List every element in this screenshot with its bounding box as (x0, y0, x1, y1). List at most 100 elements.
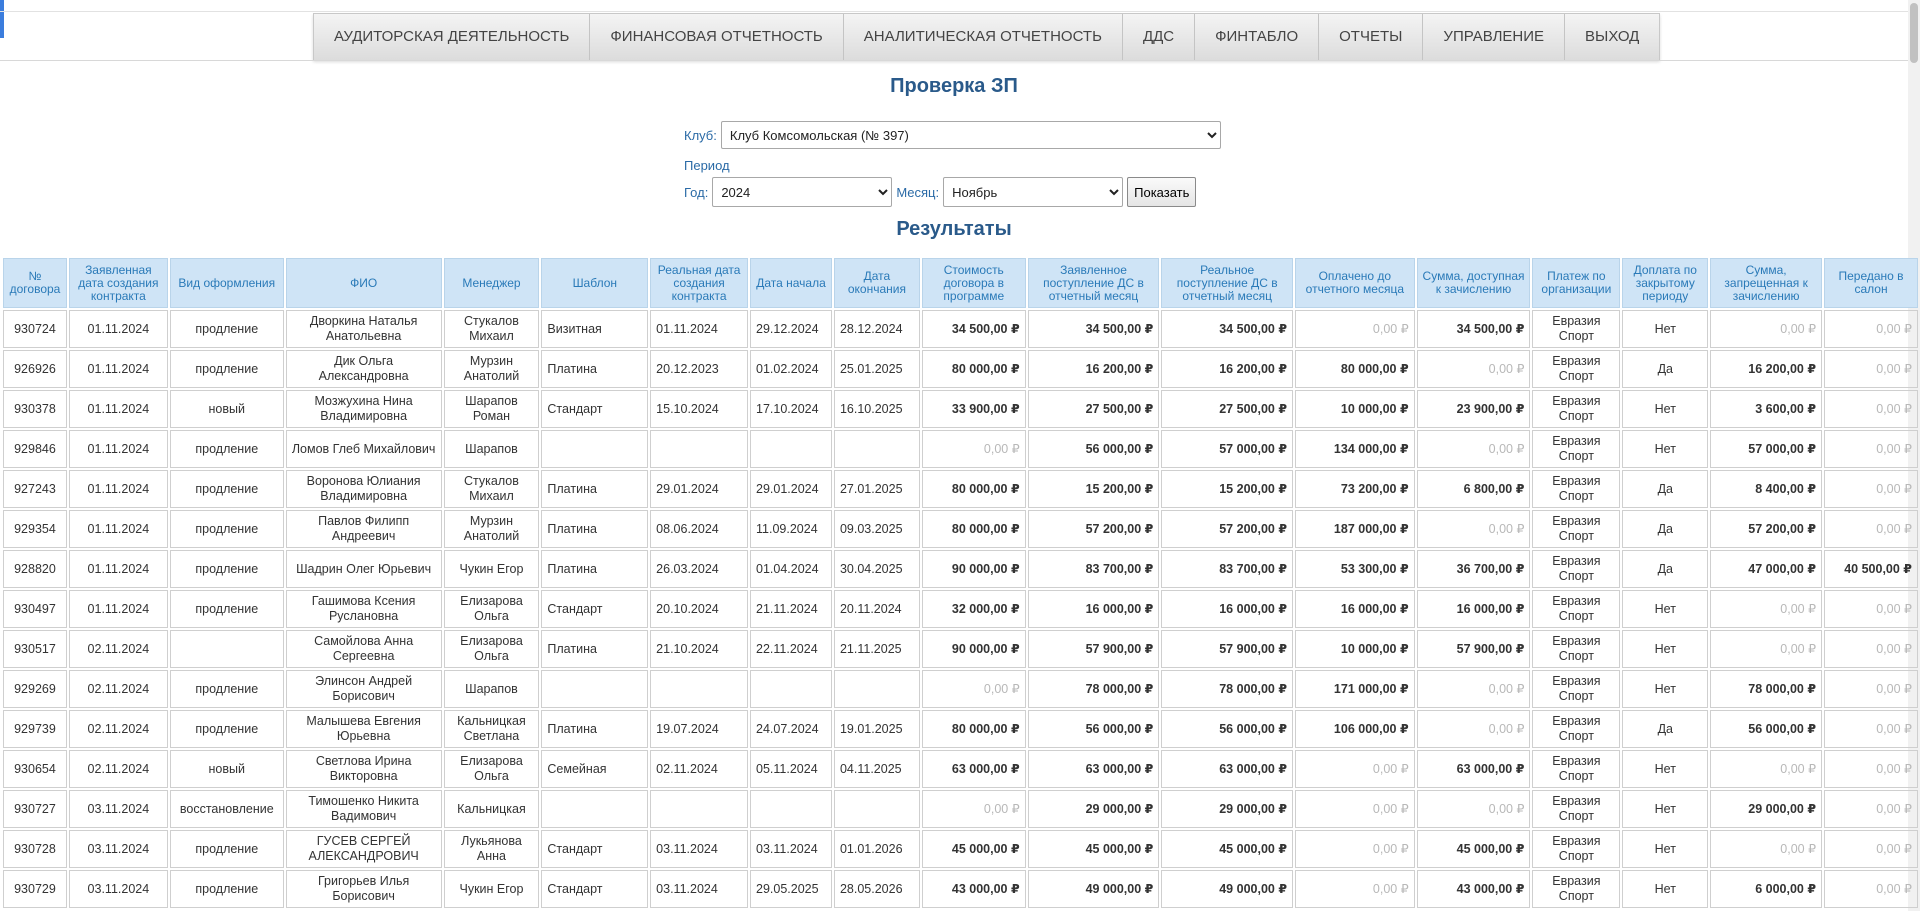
cell-declared-income: 56 000,00 ₽ (1027, 430, 1160, 468)
cell-transferred: 0,00 ₽ (1824, 710, 1918, 748)
month-select[interactable]: Ноябрь (943, 177, 1124, 207)
cell-manager: Шарапов (443, 670, 540, 708)
nav-item-logout[interactable]: ВЫХОД (1565, 14, 1660, 60)
col-header-contract-cost: Стоимость договора в программе (921, 258, 1026, 308)
cell-declared-date: 03.11.2024 (68, 870, 168, 908)
cell-transferred: 0,00 ₽ (1824, 870, 1918, 908)
cell-full-name: Павлов Филипп Андреевич (285, 510, 442, 548)
club-select[interactable]: Клуб Комсомольская (№ 397) (720, 121, 1221, 149)
table-row: 929269 02.11.2024 продление Элинсон Андрей … (3, 670, 1918, 708)
results-table-wrap: № договора Заявленная дата создания конт… (1, 256, 1920, 910)
cell-forbidden-sum: 8 400,00 ₽ (1710, 470, 1823, 508)
table-row: 929846 01.11.2024 продление Ломов Глеб Миха… (3, 430, 1918, 468)
cell-available-sum: 16 000,00 ₽ (1416, 590, 1531, 628)
cell-real-income: 78 000,00 ₽ (1161, 670, 1294, 708)
cell-contract-no: 929269 (3, 670, 67, 708)
cell-full-name: Светлова Ирина Викторовна (285, 750, 442, 788)
cell-declared-date: 01.11.2024 (68, 590, 168, 628)
cell-contract-cost: 45 000,00 ₽ (921, 830, 1026, 868)
cell-declared-date: 01.11.2024 (68, 310, 168, 348)
cell-manager: Стукалов Михаил (443, 310, 540, 348)
cell-closed-period: Да (1622, 470, 1709, 508)
scrollbar-thumb[interactable] (1910, 3, 1918, 63)
cell-forbidden-sum: 57 000,00 ₽ (1710, 430, 1823, 468)
cell-manager: Елизарова Ольга (443, 750, 540, 788)
table-row: 930654 02.11.2024 новый Светлова Ирина Викт… (3, 750, 1918, 788)
cell-paid-before: 0,00 ₽ (1295, 750, 1415, 788)
cell-registration-type: продление (169, 670, 284, 708)
cell-forbidden-sum: 56 000,00 ₽ (1710, 710, 1823, 748)
nav-item-dds[interactable]: ДДС (1122, 14, 1196, 60)
cell-forbidden-sum: 6 000,00 ₽ (1710, 870, 1823, 908)
cell-contract-no: 929739 (3, 710, 67, 748)
cell-template: Платина (541, 350, 649, 388)
table-row: 930729 03.11.2024 продление Григорьев Илья … (3, 870, 1918, 908)
cell-transferred: 0,00 ₽ (1824, 510, 1918, 548)
cell-end-date: 04.11.2025 (833, 750, 920, 788)
cell-real-date: 20.10.2024 (650, 590, 749, 628)
cell-available-sum: 6 800,00 ₽ (1416, 470, 1531, 508)
cell-manager: Кальницкая (443, 790, 540, 828)
cell-full-name: Дворкина Наталья Анатольевна (285, 310, 442, 348)
cell-manager: Мурзин Анатолий (443, 350, 540, 388)
cell-manager: Стукалов Михаил (443, 470, 540, 508)
col-header-end-date: Дата окончания (833, 258, 920, 308)
col-header-contract-no: № договора (3, 258, 67, 308)
nav-item-audit[interactable]: АУДИТОРСКАЯ ДЕЯТЕЛЬНОСТЬ (314, 14, 591, 60)
cell-full-name: Григорьев Илья Борисович (285, 870, 442, 908)
cell-manager: Мурзин Анатолий (443, 510, 540, 548)
cell-start-date (750, 430, 832, 468)
cell-real-date: 02.11.2024 (650, 750, 749, 788)
cell-declared-date: 01.11.2024 (68, 430, 168, 468)
cell-available-sum: 0,00 ₽ (1416, 670, 1531, 708)
period-label: Период (684, 158, 730, 173)
cell-template: Платина (541, 510, 649, 548)
cell-transferred: 0,00 ₽ (1824, 590, 1918, 628)
cell-contract-no: 930378 (3, 390, 67, 428)
cell-template (541, 670, 649, 708)
cell-available-sum: 0,00 ₽ (1416, 510, 1531, 548)
cell-full-name: Мозжухина Нина Владимировна (285, 390, 442, 428)
cell-org-payment: Евразия Спорт (1532, 310, 1621, 348)
col-header-real-date: Реальная дата создания контракта (650, 258, 749, 308)
page-title: Проверка ЗП (890, 75, 1018, 97)
cell-manager: Шарапов Роман (443, 390, 540, 428)
cell-real-date: 03.11.2024 (650, 830, 749, 868)
col-header-manager: Менеджер (443, 258, 540, 308)
table-row: 927243 01.11.2024 продление Воронова Юлиани… (3, 470, 1918, 508)
cell-declared-date: 01.11.2024 (68, 510, 168, 548)
show-button[interactable]: Показать (1127, 177, 1197, 207)
cell-start-date: 29.12.2024 (750, 310, 832, 348)
cell-contract-cost: 80 000,00 ₽ (921, 710, 1026, 748)
cell-contract-no: 930728 (3, 830, 67, 868)
cell-contract-cost: 0,00 ₽ (921, 790, 1026, 828)
cell-start-date: 01.02.2024 (750, 350, 832, 388)
nav-item-management[interactable]: УПРАВЛЕНИЕ (1423, 14, 1566, 60)
cell-contract-cost: 80 000,00 ₽ (921, 350, 1026, 388)
cell-closed-period: Да (1622, 510, 1709, 548)
year-select[interactable]: 2024 (712, 177, 893, 207)
cell-manager: Елизарова Ольга (443, 630, 540, 668)
cell-declared-income: 34 500,00 ₽ (1027, 310, 1160, 348)
cell-real-income: 63 000,00 ₽ (1161, 750, 1294, 788)
cell-real-date: 29.01.2024 (650, 470, 749, 508)
cell-real-date (650, 430, 749, 468)
cell-template: Стандарт (541, 590, 649, 628)
cell-manager: Лукьянова Анна (443, 830, 540, 868)
cell-template: Платина (541, 630, 649, 668)
nav-item-analytics[interactable]: АНАЛИТИЧЕСКАЯ ОТЧЕТНОСТЬ (843, 14, 1123, 60)
nav-item-reports[interactable]: ОТЧЕТЫ (1319, 14, 1424, 60)
col-header-registration-type: Вид оформления (169, 258, 284, 308)
nav-item-financial-reports[interactable]: ФИНАНСОВАЯ ОТЧЕТНОСТЬ (590, 14, 844, 60)
cell-full-name: Гашимова Ксения Руслановна (285, 590, 442, 628)
cell-available-sum: 0,00 ₽ (1416, 350, 1531, 388)
cell-full-name: ГУСЕВ СЕРГЕЙ АЛЕКСАНДРОВИЧ (285, 830, 442, 868)
cell-full-name: Самойлова Анна Сергеевна (285, 630, 442, 668)
cell-end-date: 20.11.2024 (833, 590, 920, 628)
cell-contract-cost: 63 000,00 ₽ (921, 750, 1026, 788)
cell-org-payment: Евразия Спорт (1532, 790, 1621, 828)
cell-real-date: 03.11.2024 (650, 870, 749, 908)
cell-org-payment: Евразия Спорт (1532, 350, 1621, 388)
nav-item-fintablo[interactable]: ФИНТАБЛО (1195, 14, 1320, 60)
col-header-closed-period: Доплата по закрытому периоду (1622, 258, 1709, 308)
